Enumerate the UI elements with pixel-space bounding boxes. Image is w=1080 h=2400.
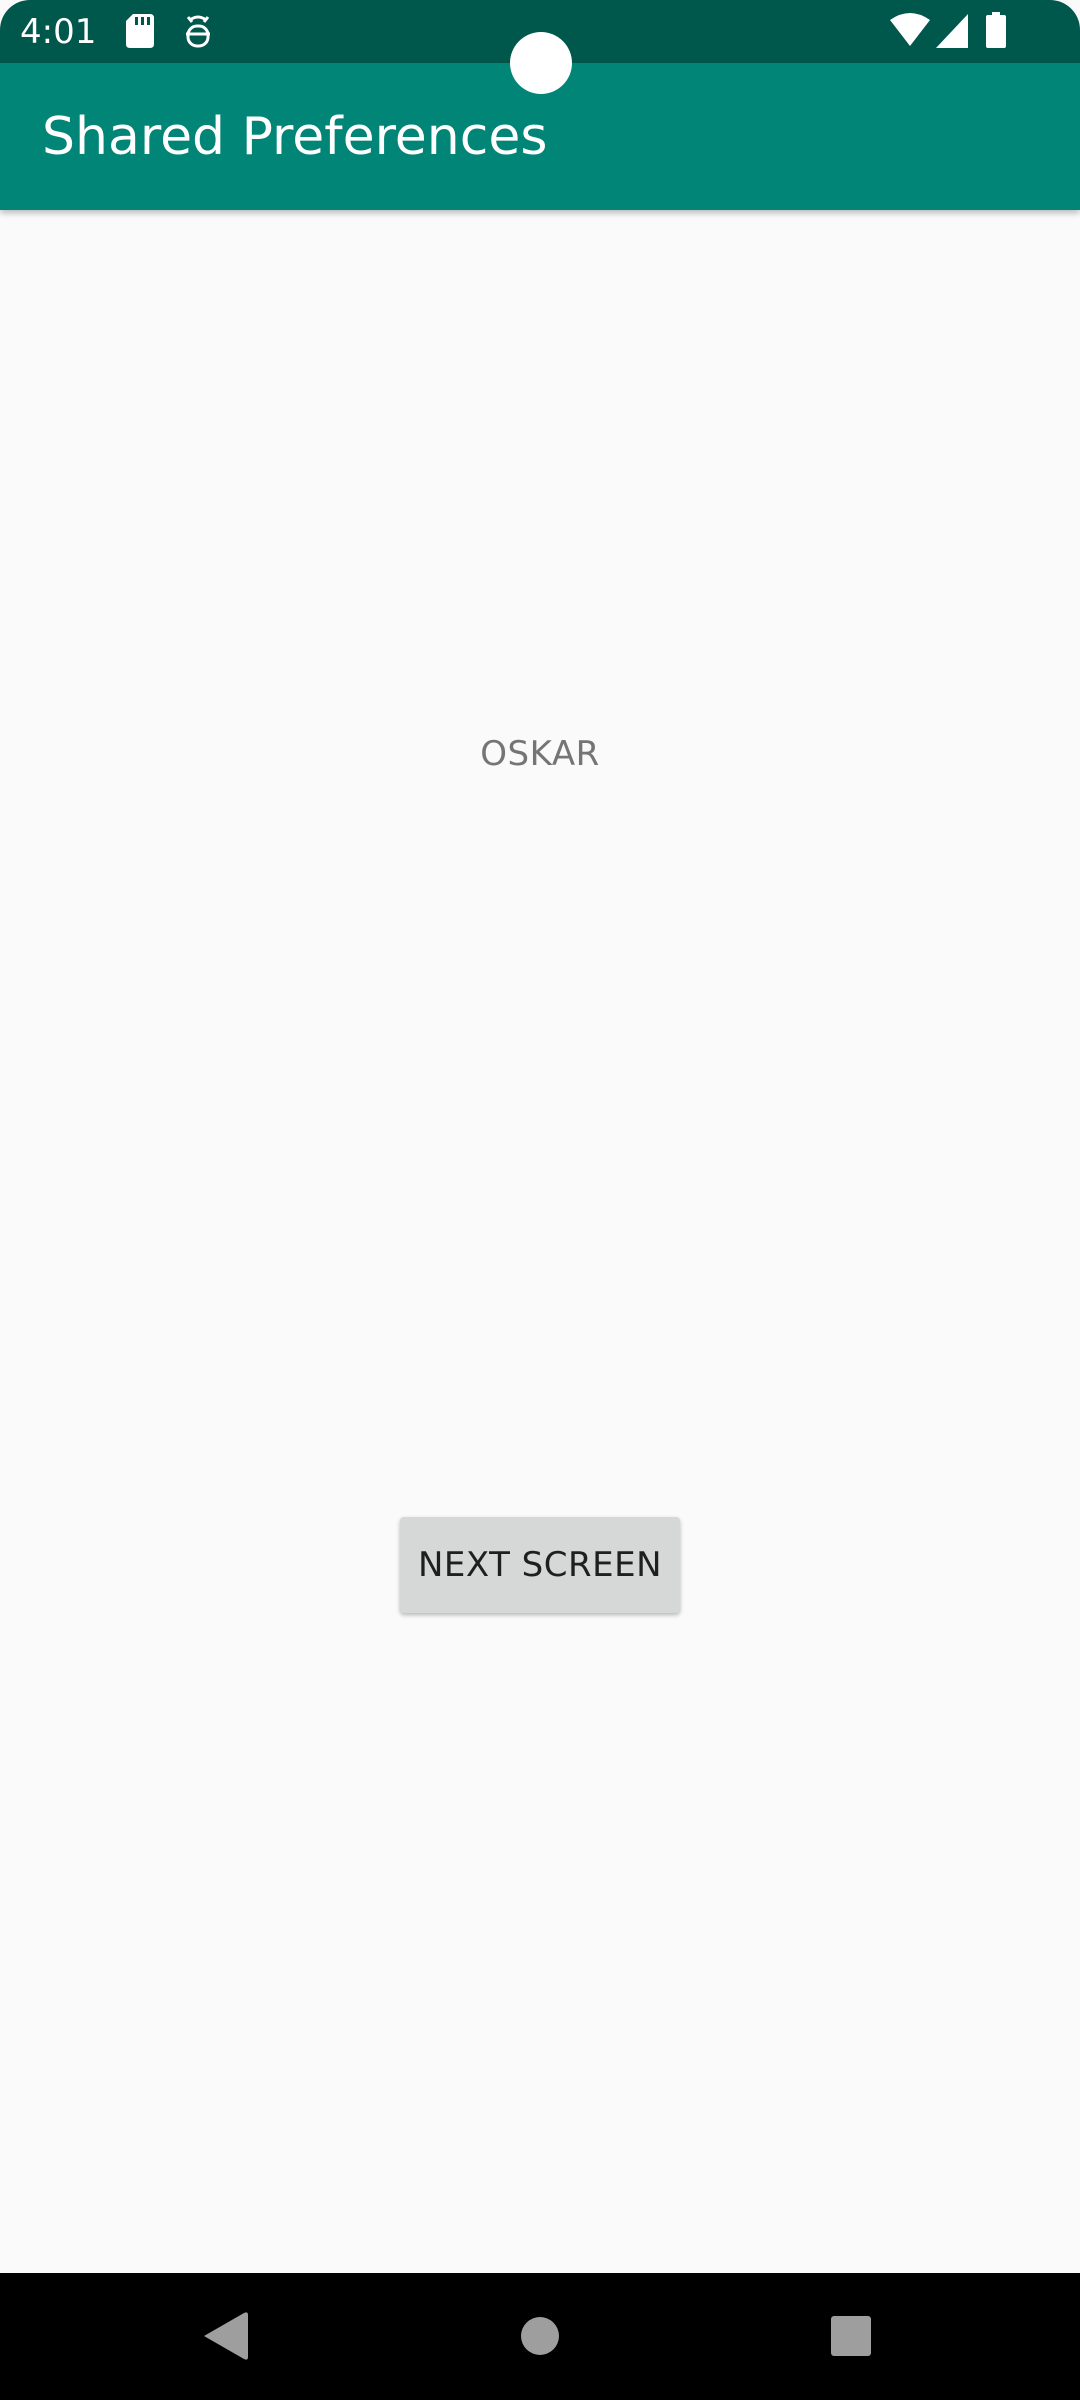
wifi-icon [890, 12, 930, 50]
sd-card-icon [126, 14, 154, 52]
next-screen-button[interactable]: NEXT SCREEN [400, 1517, 680, 1613]
home-icon[interactable] [507, 2303, 573, 2369]
app-title: Shared Preferences [42, 107, 548, 167]
recents-icon[interactable] [818, 2303, 884, 2369]
battery-icon [986, 12, 1006, 52]
debug-icon [182, 14, 214, 52]
signal-icon [936, 14, 968, 52]
nav-bar [0, 2273, 1080, 2400]
main-content: OSKAR NEXT SCREEN [0, 210, 1080, 2273]
back-icon[interactable] [192, 2303, 258, 2369]
camera-cutout [510, 32, 572, 94]
name-text: OSKAR [480, 734, 600, 774]
screen: 4:01 Shared Preferences OSKAR NEXT SCREE… [0, 0, 1080, 2400]
status-time: 4:01 [20, 12, 97, 52]
